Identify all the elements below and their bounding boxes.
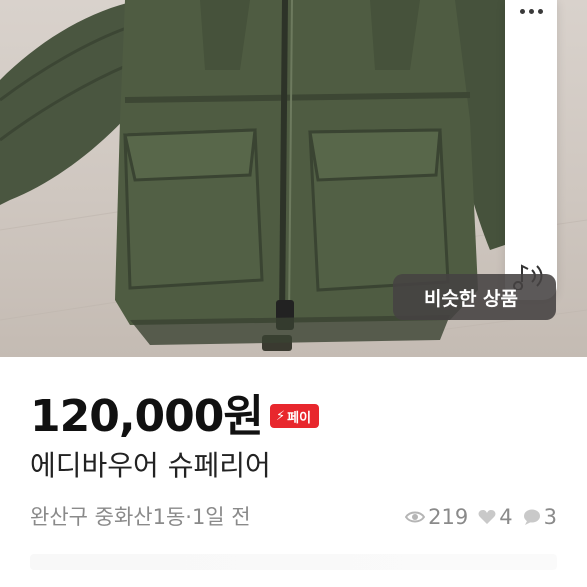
more-dots-icon[interactable] bbox=[511, 0, 551, 22]
location-time: 완산구 중화산1동·1일 전 bbox=[30, 505, 251, 529]
eye-icon bbox=[405, 511, 426, 523]
chats-stat: 3 bbox=[523, 505, 557, 529]
views-count: 219 bbox=[428, 505, 469, 529]
views-stat: 219 bbox=[405, 505, 468, 529]
price: 120,000원 bbox=[30, 391, 264, 442]
chats-count: 3 bbox=[543, 505, 557, 529]
similar-items-label: 비슷한 상품 bbox=[423, 287, 518, 310]
likes-count: 4 bbox=[499, 505, 513, 529]
likes-stat: 4 bbox=[478, 505, 513, 529]
lightning-icon: ⚡ bbox=[276, 408, 286, 424]
pay-badge-label: 페이 bbox=[287, 410, 312, 426]
listing-title: 에디바우어 슈페리어 bbox=[30, 449, 271, 482]
next-listing-fade bbox=[30, 554, 557, 570]
listing-stats: 219 4 3 bbox=[399, 502, 557, 532]
side-menu-panel bbox=[505, 0, 557, 300]
chat-bubble-icon bbox=[523, 509, 540, 525]
similar-items-button[interactable]: 비슷한 상품 bbox=[393, 274, 556, 320]
heart-icon bbox=[478, 510, 496, 524]
pay-badge: ⚡ 페이 bbox=[270, 404, 320, 428]
